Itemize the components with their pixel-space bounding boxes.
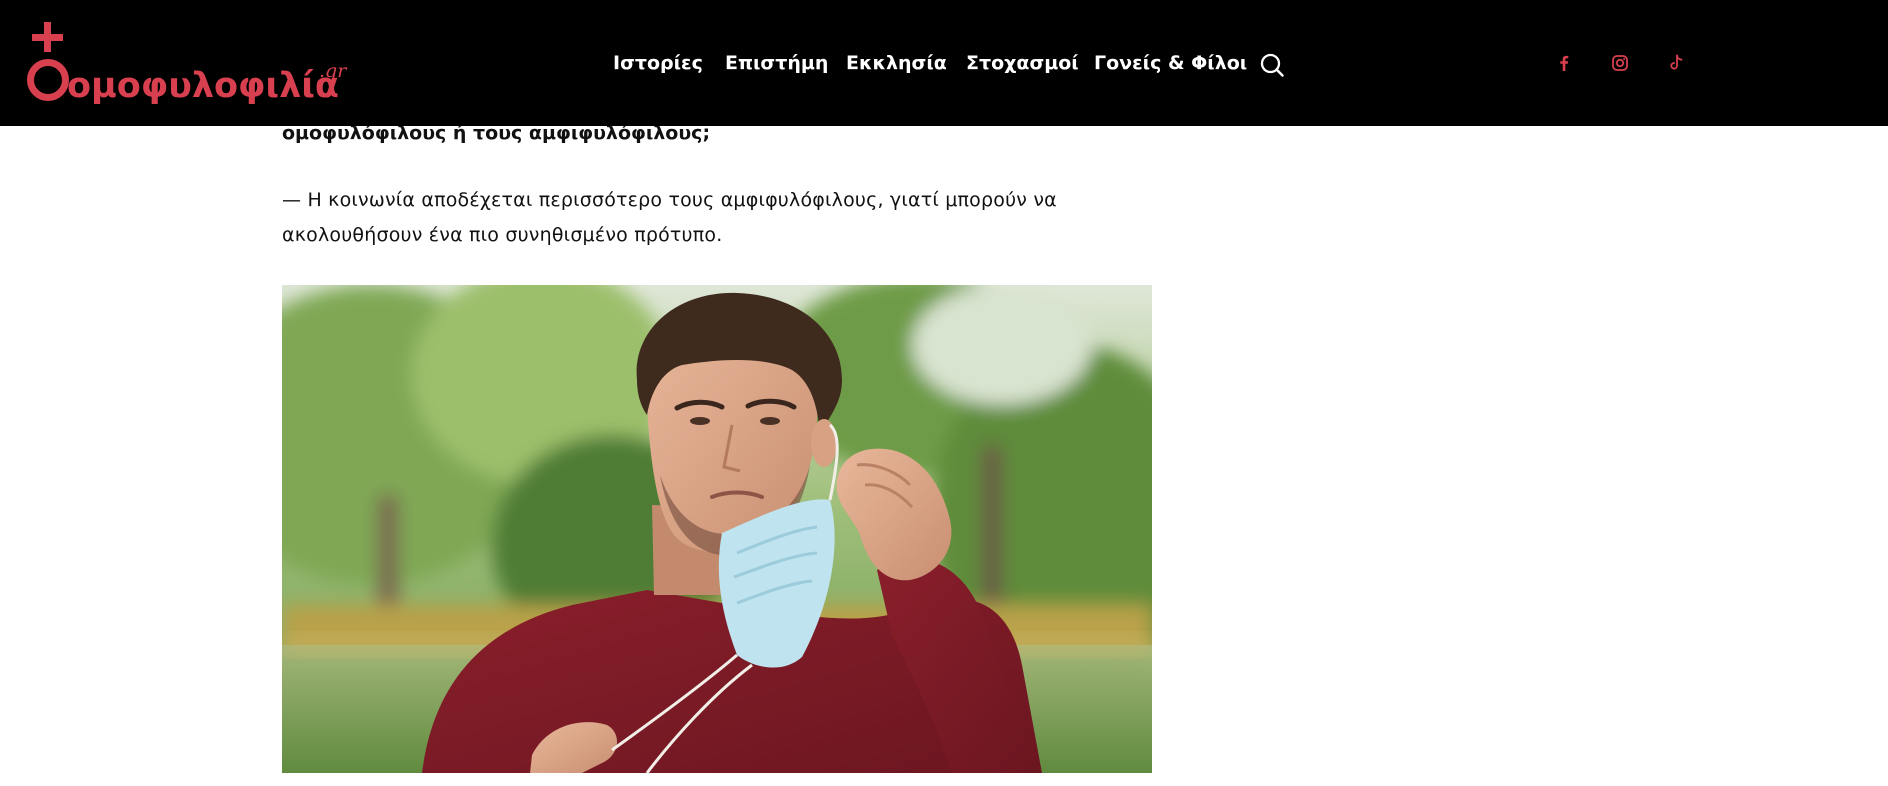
facebook-icon[interactable] bbox=[1552, 51, 1576, 75]
nav-item-epistimi[interactable]: Επιστήμη bbox=[725, 51, 828, 75]
interview-answer-line-2: ακολουθήσουν ένα πιο συνηθισμένο πρότυπο… bbox=[282, 224, 723, 246]
nav-item-goneis-filoi[interactable]: Γονείς & Φίλοι bbox=[1094, 51, 1247, 75]
instagram-icon-graphic bbox=[1612, 55, 1628, 71]
nav-item-ekklisia[interactable]: Εκκλησία bbox=[846, 51, 947, 75]
search-icon-graphic bbox=[1260, 53, 1284, 77]
article-photo bbox=[282, 285, 1152, 773]
logo-graphic: ομοφυλοφιλία .gr bbox=[27, 22, 348, 106]
nav-item-istories[interactable]: Ιστορίες bbox=[613, 51, 703, 75]
interview-answer: — Η κοινωνία αποδέχεται περισσότερο τους… bbox=[282, 183, 1182, 253]
nav-item-stoxasmoi[interactable]: Στοχασμοί bbox=[966, 51, 1079, 75]
instagram-icon[interactable] bbox=[1608, 51, 1632, 75]
tiktok-icon-graphic bbox=[1670, 54, 1683, 70]
logo-text: ομοφυλοφιλία bbox=[67, 66, 339, 106]
article-photo-illustration bbox=[282, 285, 1152, 773]
site-logo[interactable]: ομοφυλοφιλία .gr bbox=[26, 20, 366, 110]
site-header: ομοφυλοφιλία .gr Ιστορίες Επιστήμη Εκκλη… bbox=[0, 0, 1888, 126]
tiktok-icon[interactable] bbox=[1664, 51, 1688, 75]
interview-answer-line-1: — Η κοινωνία αποδέχεται περισσότερο τους… bbox=[282, 189, 1057, 211]
facebook-icon-graphic bbox=[1560, 55, 1569, 71]
search-icon[interactable] bbox=[1259, 52, 1285, 78]
logo-suffix: .gr bbox=[319, 60, 348, 82]
